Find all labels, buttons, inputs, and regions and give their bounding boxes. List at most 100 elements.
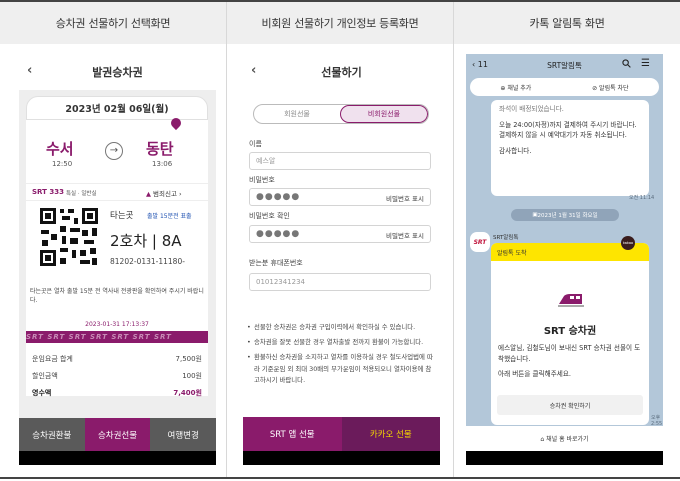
crime-report-label: 범죄신고 › <box>153 190 182 198</box>
phone-nav-bar <box>243 451 440 465</box>
password-dots: ●●●●● <box>256 229 301 239</box>
alimtalk-card-body: 에스알님, 김철도님이 보내신 SRT 승차권 선물이 도착했습니다. 아래 버… <box>498 343 644 380</box>
crime-report-link[interactable]: ▲ 범죄신고 › <box>146 188 182 198</box>
block-alimtalk-button[interactable]: ⊘ 알림톡 차단 <box>592 83 628 92</box>
fare-value: 100원 <box>182 372 202 380</box>
departure-station: 수서 <box>46 140 74 158</box>
gift-send-buttons: SRT 앱 선물 카카오 선물 <box>243 417 440 451</box>
message-line: 좌석이 배정되었습니다. <box>499 105 564 113</box>
message-time: 오전 11:14 <box>629 195 655 201</box>
add-channel-button[interactable]: ⊕ 채널 추가 <box>500 83 531 92</box>
boarding-label: 타는곳 <box>110 211 134 221</box>
qr-code-icon <box>38 206 100 272</box>
notice-item: 환불하신 승차권을 소지하고 열차를 이용하실 경우 철도사업법에 따라 기준운… <box>247 352 433 386</box>
date-divider: ▣ 2023년 1월 31일 화요일 <box>511 209 619 221</box>
name-placeholder: 예스알 <box>256 157 276 165</box>
menu-icon[interactable]: ☰ <box>641 58 650 69</box>
ticket-card: 수서 12:50 → 동탄 13:06 SRT 333 특실 · 일반실 ▲ 범죄… <box>26 115 208 398</box>
search-icon[interactable] <box>622 59 631 71</box>
train-info-row: SRT 333 특실 · 일반실 ▲ 범죄신고 › <box>26 183 208 201</box>
name-label: 이름 <box>249 140 262 148</box>
train-icon <box>558 292 584 311</box>
ticket-header: ‹ 발권승차권 <box>19 54 216 90</box>
train-number: SRT 333 <box>32 188 64 196</box>
chat-message-bubble: 좌석이 배정되었습니다. 오늘 24:00(자정)까지 결제하여 주시기 바랍니… <box>491 100 649 196</box>
arrow-right-icon: → <box>105 142 123 160</box>
arrival-station: 동탄 <box>146 140 174 158</box>
password-confirm-label: 비밀번호 확인 <box>249 212 290 220</box>
recipient-phone-placeholder: 01012341234 <box>256 278 305 286</box>
notice-item: 승차권을 잘못 선물한 경우 열차출발 전까지 환불이 가능합니다. <box>247 337 433 348</box>
boarding-note: 출발 15분전 표출 <box>147 213 192 220</box>
recipient-phone-field[interactable]: 01012341234 <box>249 273 431 291</box>
travel-date: 2023년 02월 06일(월) <box>26 96 208 120</box>
password-confirm-field[interactable]: ●●●●● 비밀번호 표시 <box>249 225 431 243</box>
gift-ticket-button[interactable]: 승차권선물 <box>84 418 151 451</box>
gift-notice-list: 선물한 승차권은 승차권 구입이력에서 확인하실 수 있습니다. 승차권을 잘못… <box>247 322 433 390</box>
chevron-left-icon[interactable]: ‹ <box>27 63 32 78</box>
boarding-notice: 타는곳은 열차 출발 15분 전 역사내 전광판을 확인하여 주시기 바랍니다. <box>30 288 204 304</box>
ticket-screen: ‹ 발권승차권 2023년 02월 06일(월) 수서 12:50 → 동탄 1… <box>19 54 216 465</box>
name-field[interactable]: 예스알 <box>249 152 431 170</box>
seat-number: 8A <box>161 232 182 250</box>
srt-app-gift-button[interactable]: SRT 앱 선물 <box>243 417 342 451</box>
password-label: 비밀번호 <box>249 176 275 184</box>
header-kakao-alimtalk: 카톡 알림톡 화면 <box>454 2 680 44</box>
siren-icon: ▲ <box>146 190 151 198</box>
show-password-toggle[interactable]: 비밀번호 표시 <box>386 230 424 240</box>
message-line: 오늘 24:00(자정)까지 결제하여 주시기 바랍니다. <box>499 120 637 129</box>
channel-actions: ⊕ 채널 추가 ⊘ 알림톡 차단 <box>470 78 659 96</box>
chevron-left-icon[interactable]: ‹ <box>251 63 256 78</box>
fare-row-total: 운임요금 합계 7,500원 <box>32 354 202 364</box>
change-trip-button[interactable]: 여행변경 <box>150 418 216 451</box>
kakao-chat-screen: ‹ 11 SRT알림톡 ☰ ⊕ 채널 추가 ⊘ 알림톡 차단 좌석이 배정되었습… <box>466 54 663 465</box>
refund-ticket-button[interactable]: 승차권환불 <box>19 418 85 451</box>
tab-nonmember-gift[interactable]: 비회원선물 <box>340 105 428 123</box>
column-divider <box>453 2 454 477</box>
message-line: 에스알님, 김철도님이 보내신 SRT 승차권 선물이 도착했습니다. <box>498 344 641 363</box>
password-field[interactable]: ●●●●● 비밀번호 표시 <box>249 188 431 206</box>
kakao-gift-button[interactable]: 카카오 선물 <box>341 417 440 451</box>
tab-member-gift[interactable]: 회원선물 <box>254 105 340 123</box>
date-divider-text: 2023년 1월 31일 화요일 <box>537 213 598 219</box>
sender-name: SRT알림톡 <box>493 235 519 241</box>
message-line: 감사합니다. <box>499 146 532 155</box>
alimtalk-card-title: SRT 승차권 <box>543 326 597 337</box>
password-dots: ●●●●● <box>256 192 301 202</box>
fare-row-received: 영수액 7,400원 <box>32 388 202 398</box>
header-gift-select: 승차권 선물하기 선택화면 <box>0 2 226 44</box>
message-line: 아래 버튼을 클릭해주세요. <box>498 370 572 379</box>
channel-home-link[interactable]: ⌂ 채널 홈 바로가기 <box>466 426 663 451</box>
fare-value: 7,500원 <box>175 355 202 363</box>
show-password-toggle[interactable]: 비밀번호 표시 <box>386 193 424 203</box>
gift-type-toggle: 회원선물 비회원선물 <box>253 104 429 124</box>
train-grade: 특실 · 일반실 <box>66 191 97 197</box>
arrival-time: 13:06 <box>152 160 173 168</box>
ticket-number: 81202-0131-11180- <box>110 257 185 266</box>
message-line: 결제하지 않을 시 예약대기가 자동 취소됩니다. <box>499 131 627 140</box>
header-nonmember-register: 비회원 선물하기 개인정보 등록화면 <box>227 2 453 44</box>
car-number: 2호차 <box>110 232 148 250</box>
departure-time: 12:50 <box>52 160 73 168</box>
notice-item: 선물한 승차권은 승차권 구입이력에서 확인하실 수 있습니다. <box>247 322 433 333</box>
page-title: 발권승차권 <box>92 66 143 79</box>
fare-value: 7,400원 <box>173 389 202 397</box>
bottom-rule <box>0 477 680 479</box>
phone-nav-bar <box>466 451 663 465</box>
srt-security-strip: SRT SRT SRT SRT SRT SRT SRT <box>26 331 208 343</box>
avatar[interactable]: SRT <box>470 232 490 252</box>
fare-row-discount: 할인금액 100원 <box>32 371 202 381</box>
page-title: 선물하기 <box>321 66 362 79</box>
gift-header: ‹ 선물하기 <box>243 54 440 90</box>
car-seat: 2호차 | 8A <box>110 232 182 250</box>
chat-header: ‹ 11 SRT알림톡 ☰ <box>466 54 663 76</box>
column-divider <box>226 2 227 477</box>
phone-nav-bar <box>19 451 216 465</box>
fare-label: 할인금액 <box>32 372 58 380</box>
gift-form-screen: ‹ 선물하기 회원선물 비회원선물 이름 예스알 비밀번호 ●●●●● 비밀번호… <box>243 54 440 465</box>
alimtalk-card: 알림톡 도착 SRT 승차권 에스알님, 김철도님이 보내신 SRT 승차권 선… <box>491 243 649 425</box>
kakao-badge: kakao <box>621 236 635 250</box>
recipient-phone-label: 받는분 휴대폰번호 <box>249 259 303 267</box>
fare-label: 영수액 <box>32 389 52 397</box>
check-ticket-button[interactable]: 승차권 확인하기 <box>497 395 643 415</box>
